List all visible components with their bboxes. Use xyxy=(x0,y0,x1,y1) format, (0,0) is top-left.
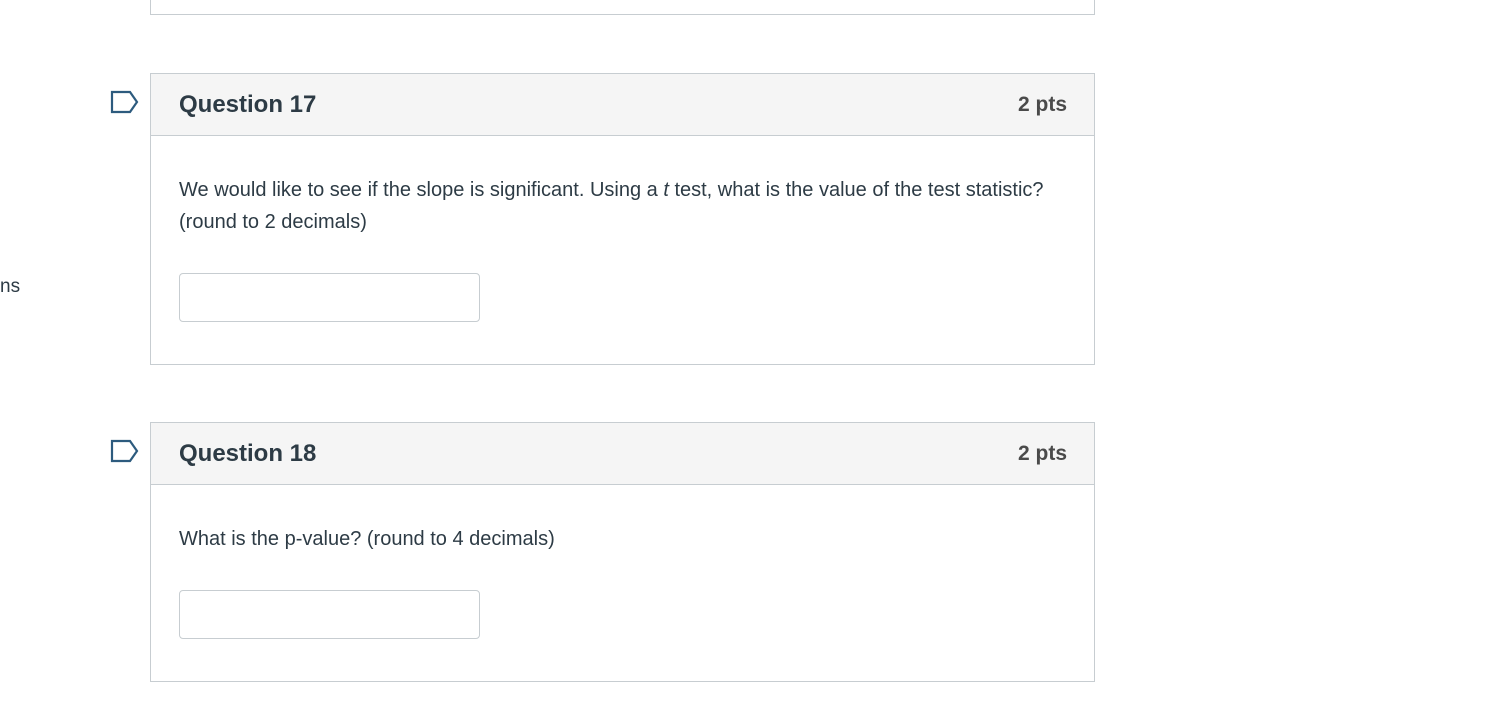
question-points: 2 pts xyxy=(1017,441,1067,465)
question-points: 2 pts xyxy=(1017,92,1067,116)
quiz-page: ns Question 17 2 pts We would like to se… xyxy=(0,0,1512,728)
flag-question-icon[interactable] xyxy=(110,439,140,463)
question-text: We would like to see if the slope is sig… xyxy=(179,136,1066,238)
question-body: What is the p-value? (round to 4 decimal… xyxy=(151,485,1094,639)
flag-bookmark-icon xyxy=(110,439,139,463)
answer-input[interactable] xyxy=(179,273,480,322)
question-card-17: Question 17 2 pts We would like to see i… xyxy=(150,73,1095,365)
flag-bookmark-icon xyxy=(110,90,139,114)
question-text-part: We would like to see if the slope is sig… xyxy=(179,179,664,201)
question-body: We would like to see if the slope is sig… xyxy=(151,136,1094,322)
answer-input[interactable] xyxy=(179,590,480,639)
question-header: Question 18 2 pts xyxy=(151,423,1094,485)
sidebar-text-fragment: ns xyxy=(0,276,21,297)
question-title: Question 17 xyxy=(179,90,317,118)
question-title: Question 18 xyxy=(179,439,317,467)
flag-question-icon[interactable] xyxy=(110,90,140,114)
question-text: What is the p-value? (round to 4 decimal… xyxy=(179,528,555,550)
previous-question-card xyxy=(150,0,1095,15)
question-header: Question 17 2 pts xyxy=(151,74,1094,136)
question-card-18: Question 18 2 pts What is the p-value? (… xyxy=(150,422,1095,682)
